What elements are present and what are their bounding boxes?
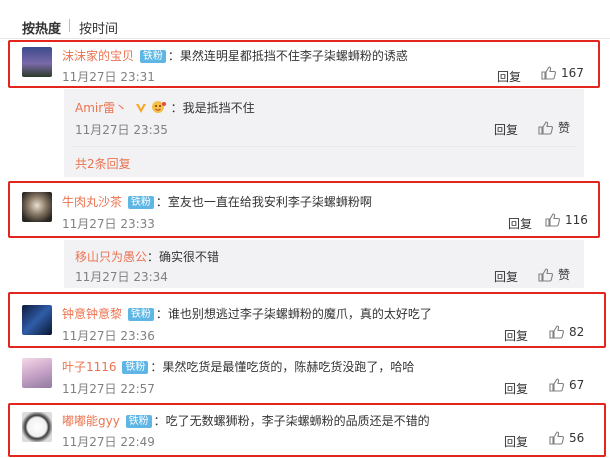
- divider: [72, 146, 576, 147]
- thumbs-up-icon: [549, 431, 564, 445]
- thumbs-up-icon: [549, 325, 564, 339]
- reply-button[interactable]: 回复: [504, 327, 528, 344]
- thumbs-up-icon: [538, 121, 553, 135]
- avatar[interactable]: [22, 358, 52, 388]
- like-button[interactable]: 116: [545, 213, 588, 227]
- like-button[interactable]: 56: [549, 431, 584, 445]
- fan-badge[interactable]: 铁粉: [139, 50, 166, 63]
- thumbs-up-icon: [538, 268, 553, 282]
- sort-divider: [69, 19, 70, 32]
- comment-text: 室友也一直在给我安利李子柒螺蛳粉啊: [167, 195, 372, 209]
- username[interactable]: 牛肉丸沙茶: [62, 195, 122, 209]
- like-count: 67: [569, 378, 585, 392]
- reply-button[interactable]: 回复: [508, 215, 532, 232]
- avatar[interactable]: [22, 305, 52, 335]
- thumbs-up-icon: [545, 213, 560, 227]
- reply-button[interactable]: 回复: [504, 433, 528, 450]
- sort-by-time[interactable]: 按时间: [79, 18, 118, 37]
- avatar[interactable]: [22, 192, 52, 222]
- timestamp: 11月27日 23:33: [62, 217, 155, 231]
- like-count: 116: [565, 213, 588, 227]
- avatar[interactable]: [22, 412, 52, 442]
- fan-badge[interactable]: 铁粉: [125, 415, 152, 428]
- reply-button[interactable]: 回复: [497, 68, 521, 85]
- like-count: 167: [561, 66, 584, 80]
- reply-text: 我是抵挡不住: [182, 101, 255, 115]
- timestamp: 11月27日 23:36: [62, 329, 155, 343]
- thumbs-up-icon: [541, 66, 556, 80]
- timestamp: 11月27日 22:57: [62, 382, 155, 396]
- timestamp: 11月27日 22:49: [62, 435, 155, 449]
- username[interactable]: 钟意钟意黎: [62, 307, 122, 321]
- username[interactable]: 嘟嘟能gyy: [62, 414, 120, 428]
- username[interactable]: 移山只为愚公: [75, 250, 147, 264]
- like-count: 赞: [558, 121, 571, 135]
- username[interactable]: 沫沫家的宝贝: [62, 49, 134, 63]
- timestamp: 11月27日 23:35: [75, 123, 168, 137]
- emoji-icon: [151, 101, 166, 113]
- comment-text: 果然吃货是最懂吃货的，陈赫吃货没跑了，哈哈: [162, 360, 415, 374]
- fan-badge[interactable]: 铁粉: [127, 308, 154, 321]
- fan-badge[interactable]: 铁粉: [127, 196, 154, 209]
- like-button[interactable]: 赞: [538, 266, 570, 283]
- thumbs-up-icon: [549, 378, 564, 392]
- sort-by-hot[interactable]: 按热度: [22, 18, 61, 37]
- comment-text: 吃了无数螺狮粉，李子柒螺蛳粉的品质还是不错的: [165, 414, 430, 428]
- username[interactable]: 叶子1116: [62, 360, 117, 374]
- like-button[interactable]: 82: [549, 325, 584, 339]
- username[interactable]: Amir雷丶: [75, 101, 127, 115]
- reply-button[interactable]: 回复: [494, 121, 518, 138]
- fan-badge[interactable]: 铁粉: [122, 361, 149, 374]
- vip-v-icon: [136, 104, 146, 113]
- comment-text: 果然连明星都抵挡不住李子柒螺蛳粉的诱惑: [179, 49, 408, 63]
- like-button[interactable]: 67: [549, 378, 584, 392]
- reply-button[interactable]: 回复: [504, 380, 528, 397]
- reply-button[interactable]: 回复: [494, 268, 518, 285]
- timestamp: 11月27日 23:31: [62, 70, 155, 84]
- more-replies-link[interactable]: 共2条回复: [75, 155, 131, 172]
- comment-text: 谁也别想逃过李子柒螺蛳粉的魔爪，真的太好吃了: [167, 307, 432, 321]
- sort-bar: 按热度 按时间: [0, 0, 610, 39]
- timestamp: 11月27日 23:34: [75, 270, 168, 284]
- avatar[interactable]: [22, 47, 52, 77]
- like-button[interactable]: 167: [541, 66, 584, 80]
- like-count: 赞: [558, 268, 571, 282]
- reply-text: 确实很不错: [159, 250, 220, 264]
- like-count: 56: [569, 431, 585, 445]
- like-count: 82: [569, 325, 585, 339]
- like-button[interactable]: 赞: [538, 119, 570, 136]
- divider: [22, 347, 602, 348]
